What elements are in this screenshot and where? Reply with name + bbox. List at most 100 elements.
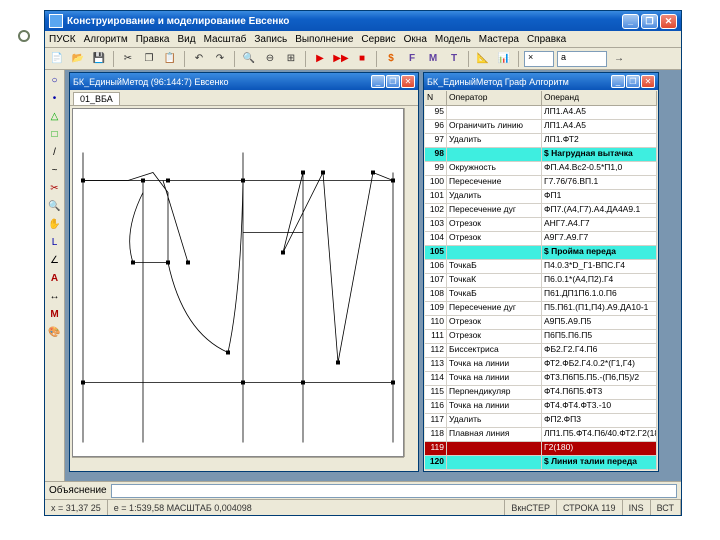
table-row[interactable]: 115ПерпендикулярФТ4.П6П5.ФТ3 — [425, 386, 657, 400]
dollar-icon[interactable]: $ — [382, 50, 400, 68]
go-icon[interactable]: → — [610, 50, 628, 68]
table-row[interactable]: 106ТочкаБП4.0.3*D_Г1-ВПС.Г4 — [425, 260, 657, 274]
tab-01[interactable]: 01_ВБА — [73, 92, 120, 105]
table-row[interactable]: 107ТочкаКП6.0.1*(А4,П2).Г4 — [425, 274, 657, 288]
minimize-button[interactable]: _ — [622, 14, 639, 29]
menu-item[interactable]: Правка — [136, 34, 170, 45]
table-row[interactable]: 109Пересечение дугП5.П61.(П1,П4).А9.ДА10… — [425, 302, 657, 316]
step-icon[interactable]: ▶▶ — [332, 50, 350, 68]
zoom-fit-icon[interactable]: ⊞ — [282, 50, 300, 68]
paste-icon[interactable]: 📋 — [161, 50, 179, 68]
menu-item[interactable]: ПУСК — [49, 34, 76, 45]
tool-dot-icon[interactable]: • — [47, 90, 63, 106]
table-row[interactable]: 98$ Нагрудная вытачка — [425, 148, 657, 162]
table-row[interactable]: 108ТочкаБП61.ДП1П6.1.0.П6 — [425, 288, 657, 302]
table-row[interactable]: 118Плавная линияЛП1.П5.ФТ4.П6/40.ФТ2.Г2(… — [425, 428, 657, 442]
tool-l-icon[interactable]: L — [47, 234, 63, 250]
drawing-canvas[interactable] — [72, 108, 404, 457]
tool-cut-icon[interactable]: ✂ — [47, 180, 63, 196]
menu-item[interactable]: Масштаб — [204, 34, 247, 45]
cut-icon[interactable]: ✂ — [119, 50, 137, 68]
combo-2[interactable]: a — [557, 51, 607, 67]
table-row[interactable]: 103ОтрезокАНГ7.А4.Г7 — [425, 218, 657, 232]
tool-pal-icon[interactable]: 🎨 — [47, 324, 63, 340]
zoom-out-icon[interactable]: ⊖ — [261, 50, 279, 68]
tool-curve-icon[interactable]: ~ — [47, 162, 63, 178]
layers-icon[interactable]: 📊 — [495, 50, 513, 68]
play-icon[interactable]: ▶ — [311, 50, 329, 68]
drawing-tabs: 01_ВБА — [70, 90, 418, 106]
child-close-button[interactable]: ✕ — [401, 75, 415, 88]
tool-a-icon[interactable]: A — [47, 270, 63, 286]
table-row[interactable]: 111ОтрезокП6П5.П6.П5 — [425, 330, 657, 344]
tool-m-icon[interactable]: M — [47, 306, 63, 322]
table-row[interactable]: 97УдалитьЛП1.ФТ2 — [425, 134, 657, 148]
m-icon[interactable]: M — [424, 50, 442, 68]
child-minimize-button[interactable]: _ — [611, 75, 625, 88]
table-row[interactable]: 104ОтрезокА9Г7.А9.Г7 — [425, 232, 657, 246]
grid-body[interactable]: 95ЛП1.А4.А596Ограничить линиюЛП1.А4.А597… — [425, 106, 657, 470]
table-row[interactable]: 95ЛП1.А4.А5 — [425, 106, 657, 120]
new-icon[interactable]: 📄 — [48, 50, 66, 68]
tool-sq-icon[interactable]: □ — [47, 126, 63, 142]
hscrollbar[interactable] — [72, 457, 404, 471]
table-row[interactable]: 99ОкружностьФП.А4.Вс2-0.5*П1,0 — [425, 162, 657, 176]
table-row[interactable]: 120$ Линия талии переда — [425, 456, 657, 470]
combo-1[interactable]: × — [524, 51, 554, 67]
menu-item[interactable]: Выполнение — [295, 34, 353, 45]
tool-line-icon[interactable]: / — [47, 144, 63, 160]
child-maximize-button[interactable]: ❐ — [626, 75, 640, 88]
table-row[interactable]: 114Точка на линииФТ3.П6П5.П5.-(П6,П5)/2 — [425, 372, 657, 386]
maximize-button[interactable]: ❐ — [641, 14, 658, 29]
menu-item[interactable]: Мастера — [479, 34, 519, 45]
col-val[interactable]: Операнд — [542, 91, 657, 105]
col-op[interactable]: Оператор — [447, 91, 542, 105]
table-row[interactable]: 105$ Пройма переда — [425, 246, 657, 260]
menu-item[interactable]: Алгоритм — [84, 34, 128, 45]
table-row[interactable]: 113Точка на линииФТ2.ФБ2.Г4.0.2*(Г1,Г4) — [425, 358, 657, 372]
col-n[interactable]: N — [425, 91, 447, 105]
zoom-in-icon[interactable]: 🔍 — [240, 50, 258, 68]
table-row[interactable]: 102Пересечение дугФП7.(А4,Г7).А4.ДА4А9.1 — [425, 204, 657, 218]
tool-tri-icon[interactable]: △ — [47, 108, 63, 124]
child-minimize-button[interactable]: _ — [371, 75, 385, 88]
explanation-input[interactable] — [111, 484, 677, 498]
copy-icon[interactable]: ❐ — [140, 50, 158, 68]
ruler-icon[interactable]: 📐 — [474, 50, 492, 68]
menu-item[interactable]: Запись — [254, 34, 287, 45]
algorithm-grid[interactable]: N Оператор Операнд 95ЛП1.А4.А596Ограничи… — [425, 91, 657, 470]
close-button[interactable]: ✕ — [660, 14, 677, 29]
tool-dim-icon[interactable]: ↔ — [47, 288, 63, 304]
redo-icon[interactable]: ↷ — [211, 50, 229, 68]
child-maximize-button[interactable]: ❐ — [386, 75, 400, 88]
menu-item[interactable]: Справка — [527, 34, 566, 45]
menu-item[interactable]: Окна — [404, 34, 427, 45]
tool-angle-icon[interactable]: ∠ — [47, 252, 63, 268]
vscrollbar[interactable] — [404, 108, 418, 457]
menu-item[interactable]: Модель — [435, 34, 471, 45]
table-row[interactable]: 112БиссектрисаФБ2.Г2.Г4.П6 — [425, 344, 657, 358]
drawing-title: БК_ЕдиныйМетод (96:144:7) Евсенко — [73, 77, 229, 87]
open-icon[interactable]: 📂 — [69, 50, 87, 68]
menu-item[interactable]: Сервис — [361, 34, 395, 45]
app-window: Конструирование и моделирование Евсенко … — [44, 10, 682, 516]
tool-zoom-icon[interactable]: 🔍 — [47, 198, 63, 214]
status-coord: x = 31,37 25 — [45, 500, 108, 515]
table-row[interactable]: 117УдалитьФП2.ФП3 — [425, 414, 657, 428]
stop-icon[interactable]: ■ — [353, 50, 371, 68]
tool-hand-icon[interactable]: ✋ — [47, 216, 63, 232]
menu-item[interactable]: Вид — [177, 34, 195, 45]
f-icon[interactable]: F — [403, 50, 421, 68]
table-row[interactable]: 101УдалитьФП1 — [425, 190, 657, 204]
table-row[interactable]: 110ОтрезокА9П5.А9.П5 — [425, 316, 657, 330]
t-icon[interactable]: T — [445, 50, 463, 68]
table-row[interactable]: 100ПересечениеГ7.76/76.ВП.1 — [425, 176, 657, 190]
save-icon[interactable]: 💾 — [90, 50, 108, 68]
child-close-button[interactable]: ✕ — [641, 75, 655, 88]
table-row[interactable]: 119Г2(180) — [425, 442, 657, 456]
undo-icon[interactable]: ↶ — [190, 50, 208, 68]
table-row[interactable]: 96Ограничить линиюЛП1.А4.А5 — [425, 120, 657, 134]
table-row[interactable]: 116Точка на линииФТ4.ФТ4.ФТ3.-10 — [425, 400, 657, 414]
status-line: СТРОКА 119 — [557, 500, 623, 515]
tool-circle-icon[interactable]: ○ — [47, 72, 63, 88]
